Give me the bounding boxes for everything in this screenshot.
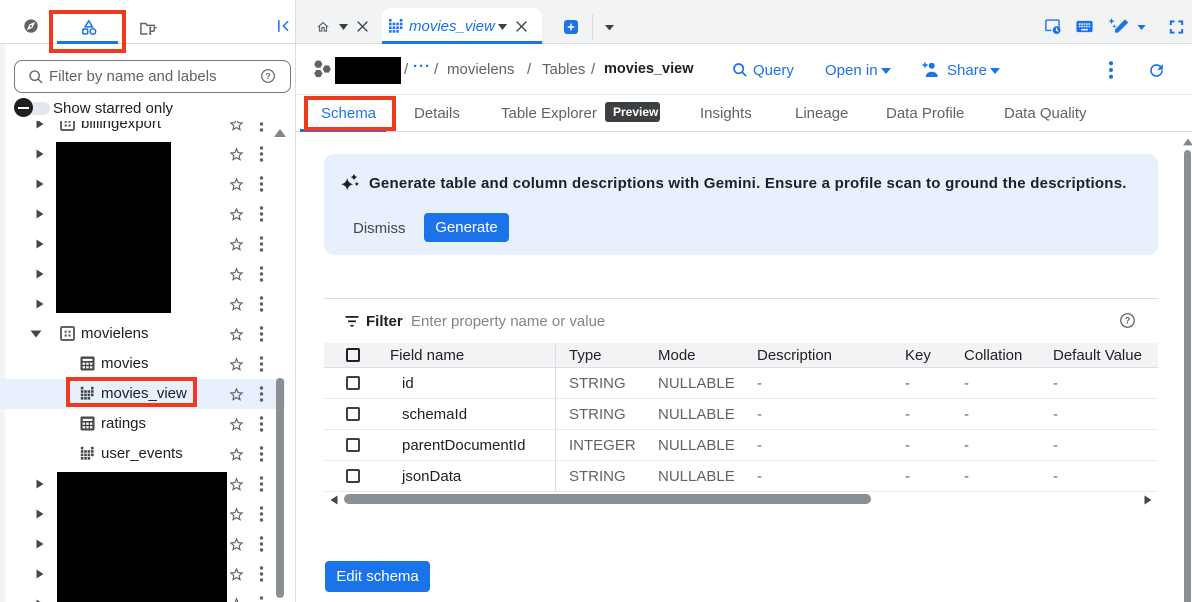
svg-text:?: ? [265, 71, 270, 81]
svg-text:?: ? [1125, 316, 1131, 326]
